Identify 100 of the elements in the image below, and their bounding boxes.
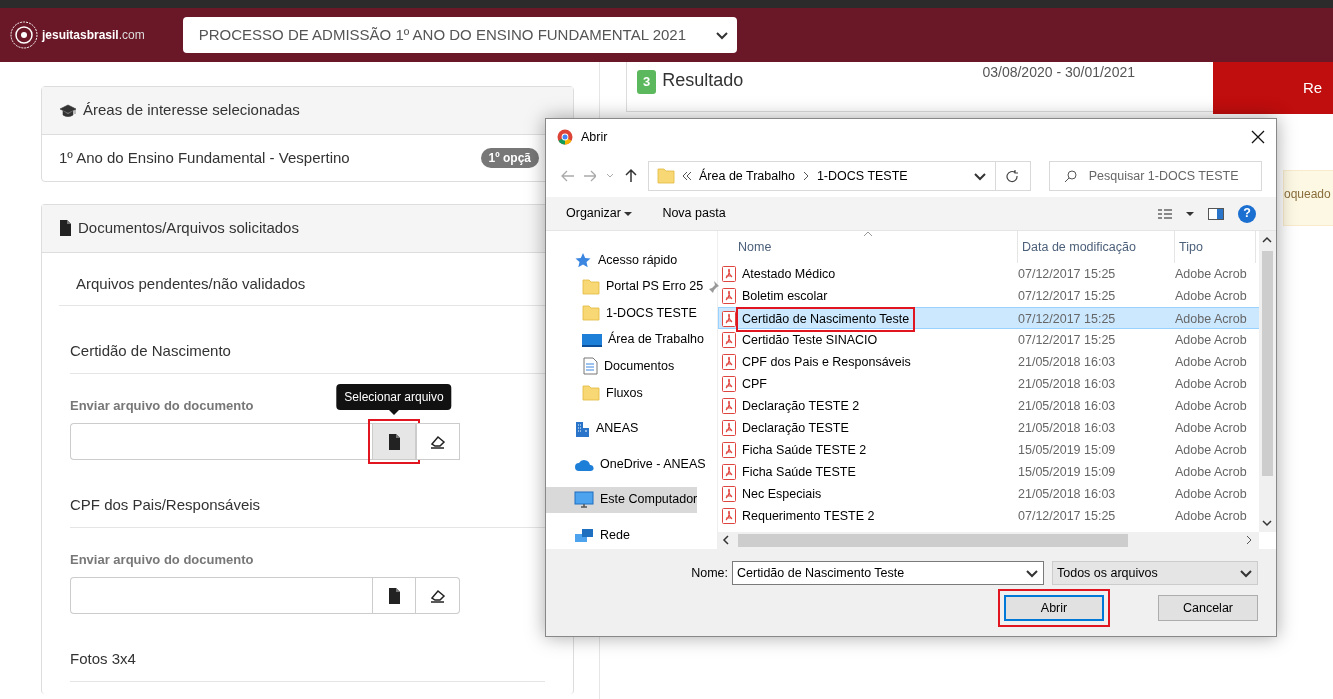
file-row[interactable]: Ficha Saúde TESTE 2 15/05/2019 15:09 Adobe Acrob: [718, 439, 1276, 461]
horizontal-scrollbar[interactable]: [718, 532, 1259, 549]
file-type: Adobe Acrob: [1175, 311, 1248, 328]
panel-title: Áreas de interesse selecionadas: [83, 100, 300, 120]
up-arrow-icon[interactable]: [624, 168, 638, 184]
sort-caret-icon: [863, 231, 873, 237]
file-row[interactable]: CPF 21/05/2018 16:03 Adobe Acrob: [718, 373, 1276, 395]
file-type: Adobe Acrob: [1175, 441, 1248, 459]
double-chevron-icon: [682, 171, 692, 181]
file-date: 21/05/2018 16:03: [1018, 397, 1117, 415]
pdf-icon: [722, 442, 736, 458]
address-bar[interactable]: Área de Trabalho 1-DOCS TESTE: [648, 161, 996, 191]
document-title: Fotos 3x4: [70, 648, 545, 682]
scroll-right-icon[interactable]: [1245, 535, 1253, 545]
file-date: 21/05/2018 16:03: [1018, 485, 1117, 503]
nav-item[interactable]: Fluxos: [546, 379, 643, 406]
column-header[interactable]: Tipo: [1175, 231, 1256, 263]
chevron-down-icon: [1025, 567, 1039, 579]
new-folder-button[interactable]: Nova pasta: [662, 204, 726, 223]
tooltip-arrow-icon: [389, 410, 399, 415]
file-name: Atestado Médico: [742, 265, 836, 283]
column-header[interactable]: Nome: [718, 231, 1018, 263]
tooltip: Selecionar arquivo: [336, 384, 452, 410]
file-type: Adobe Acrob: [1175, 507, 1248, 525]
file-name: Declaração TESTE: [742, 419, 849, 437]
chevron-down-icon: [714, 29, 729, 41]
pdf-icon: [722, 508, 736, 524]
file-row[interactable]: Ficha Saúde TESTE 15/05/2019 15:09 Adobe Acrob: [718, 461, 1276, 483]
pdf-icon: [722, 354, 736, 370]
file-date: 21/05/2018 16:03: [1018, 353, 1117, 371]
file-row[interactable]: CPF dos Pais e Responsáveis 21/05/2018 16:03 Adobe Acrob: [718, 351, 1276, 373]
help-button[interactable]: ?: [1238, 204, 1256, 223]
panel-title: Documentos/Arquivos solicitados: [78, 218, 299, 238]
nav-item[interactable]: Rede: [546, 522, 630, 549]
vertical-scrollbar[interactable]: [1259, 231, 1276, 532]
pdf-icon: [722, 288, 736, 304]
logo-text: jesuitasbrasil.com: [42, 27, 145, 44]
nav-item[interactable]: Documentos: [546, 353, 675, 380]
pdf-icon: [722, 376, 736, 392]
scroll-down-icon[interactable]: [1262, 519, 1272, 527]
cancel-button[interactable]: Cancelar: [1158, 595, 1258, 621]
select-file-button[interactable]: [372, 577, 416, 614]
path-segment[interactable]: Área de Trabalho: [699, 166, 795, 186]
file-type: Adobe Acrob: [1175, 375, 1248, 393]
action-button[interactable]: Re: [1213, 62, 1333, 114]
file-type: Adobe Acrob: [1175, 397, 1248, 415]
scroll-up-icon[interactable]: [1262, 236, 1272, 244]
column-header[interactable]: Data de modificação: [1018, 231, 1175, 263]
close-icon[interactable]: [1251, 130, 1265, 144]
document-icon: [582, 357, 598, 376]
search-field[interactable]: Pesquisar 1-DOCS TESTE: [1048, 161, 1262, 191]
star-icon: [574, 251, 592, 269]
view-options-icon[interactable]: [1158, 208, 1172, 219]
graduation-cap-icon: [59, 103, 77, 118]
clear-button[interactable]: [416, 577, 460, 614]
chevron-down-icon: [1239, 567, 1253, 579]
nav-item[interactable]: ANEAS: [546, 415, 639, 442]
pdf-icon: [722, 398, 736, 414]
nav-item[interactable]: OneDrive - ANEAS: [546, 451, 706, 478]
file-input[interactable]: [70, 423, 372, 460]
folder-icon: [582, 304, 600, 323]
caret-icon[interactable]: [1186, 211, 1194, 216]
nav-item[interactable]: Este Computador: [546, 486, 698, 513]
pdf-icon: [722, 420, 736, 436]
computer-icon: [574, 491, 594, 509]
file-type-select[interactable]: Todos os arquivos: [1052, 561, 1258, 585]
document-title: CPF dos Pais/Responsáveis: [70, 494, 545, 528]
file-type: Adobe Acrob: [1175, 331, 1248, 349]
chevron-right-icon: [801, 171, 810, 181]
file-row[interactable]: Certidão Teste SINACIO 07/12/2017 15:25 Adobe Acrob: [718, 329, 1276, 351]
monitor-icon: [582, 331, 602, 348]
path-segment[interactable]: 1-DOCS TESTE: [816, 166, 908, 186]
caret-icon: [624, 211, 633, 216]
folder-icon: [582, 277, 600, 296]
step-title: Resultado: [662, 69, 744, 92]
organize-menu[interactable]: Organizar: [566, 204, 633, 223]
refresh-button[interactable]: [995, 161, 1031, 191]
file-icon: [387, 587, 401, 604]
preview-pane-icon[interactable]: [1208, 207, 1224, 220]
upload-label: Enviar arquivo do documento: [70, 396, 254, 415]
file-type: Adobe Acrob: [1175, 485, 1248, 503]
file-type: Adobe Acrob: [1175, 287, 1248, 305]
file-date: 07/12/2017 15:25: [1018, 331, 1117, 349]
process-select[interactable]: PROCESSO DE ADMISSÃO 1º ANO DO ENSINO FUNDAMENTAL 2021: [182, 17, 737, 53]
interest-item: 1º Ano do Ensino Fundamental - Vespertino: [59, 147, 350, 168]
clear-button[interactable]: [416, 423, 460, 460]
file-date: 07/12/2017 15:25: [1018, 287, 1117, 305]
file-row[interactable]: Declaração TESTE 2 21/05/2018 16:03 Adobe Acrob: [718, 395, 1276, 417]
file-row[interactable]: Requerimento TESTE 2 07/12/2017 15:25 Adobe Acrob: [718, 505, 1276, 527]
file-name-field[interactable]: Certidão de Nascimento Teste: [732, 561, 1044, 585]
pdf-icon: [722, 464, 736, 480]
scroll-left-icon[interactable]: [722, 535, 730, 545]
building-icon: [574, 419, 590, 438]
file-name: CPF: [742, 375, 767, 393]
file-row[interactable]: Declaração TESTE 21/05/2018 16:03 Adobe Acrob: [718, 417, 1276, 439]
nav-item[interactable]: Área de Trabalho: [546, 326, 704, 353]
file-input[interactable]: [70, 577, 372, 614]
file-date: 07/12/2017 15:25: [1018, 265, 1117, 283]
file-row[interactable]: Nec Especiais 21/05/2018 16:03 Adobe Acrob: [718, 483, 1276, 505]
document-title: Certidão de Nascimento: [70, 340, 545, 374]
